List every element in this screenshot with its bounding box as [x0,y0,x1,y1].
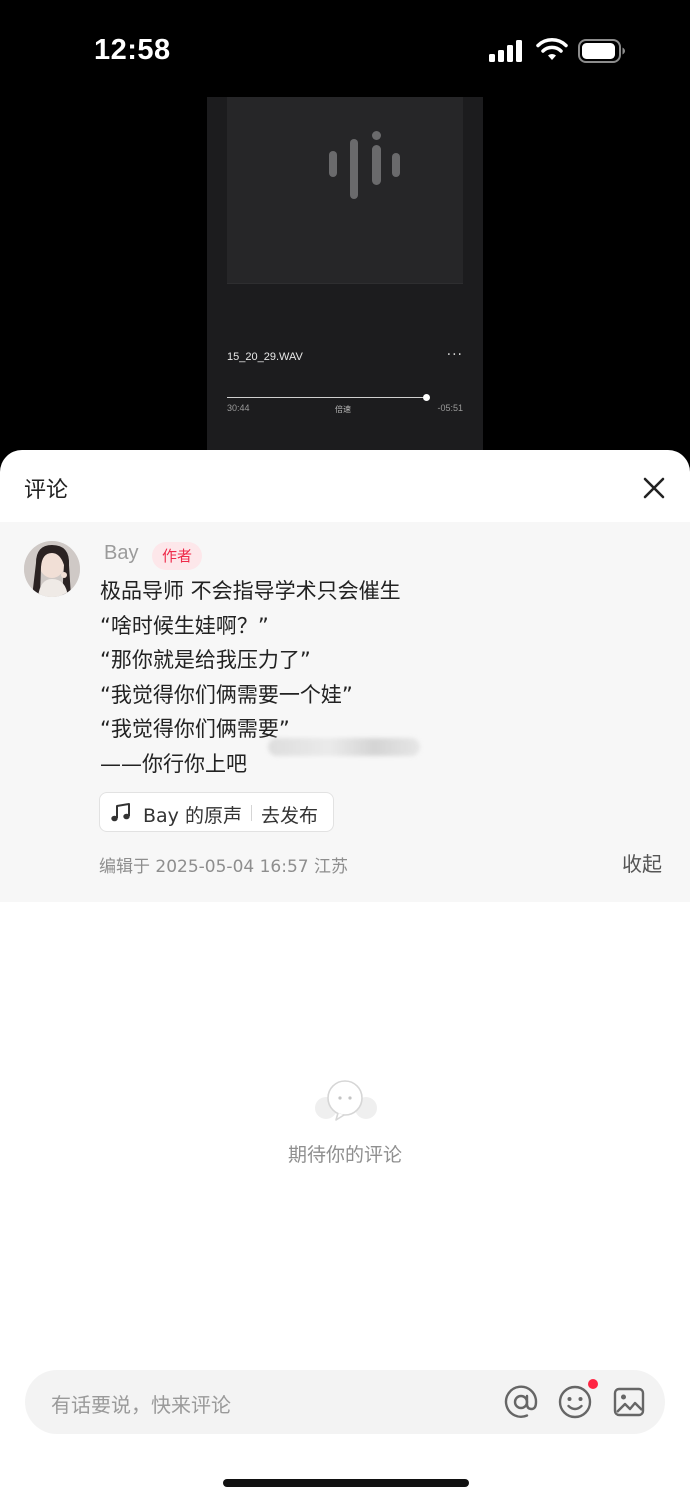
comment-line: “啥时候生娃啊？” [100,613,269,638]
sheet-title: 评论 [24,478,69,503]
blurred-redaction [268,738,420,756]
comment-line: “那你就是给我压力了” [100,648,311,672]
empty-state-text: 期待你的评论 [287,1144,402,1166]
author-comment-card: Bay 作者 极品导师 不会指导学术只会催生 “啥时候生娃啊？” “那你就是给我… [0,522,690,902]
status-bar: 12:58 [0,0,690,100]
audio-progress-bar[interactable] [227,397,427,398]
playback-speed-button[interactable]: 倍速 [335,404,351,415]
status-time: 12:58 [94,34,171,66]
comment-sheet: 评论 Bay 作者 极品导师 不会指导学术只会催生 “啥时候生娃啊？” “那你就… [0,450,690,1499]
audio-file-name: 15_20_29.WAV [227,351,303,363]
comment-username[interactable]: Bay [104,542,138,565]
comment-input[interactable]: 有话要说，快来评论 [51,1389,231,1418]
empty-comments-icon [315,1080,377,1121]
audio-time-elapsed: 30:44 [227,403,250,413]
sheet-header: 评论 [0,450,690,522]
publish-sound-button[interactable]: 去发布 [261,801,318,828]
more-options-button[interactable]: ··· [447,347,463,363]
sound-name: Bay 的原声 [143,805,242,827]
close-icon[interactable] [636,470,672,506]
cellular-signal-icon [489,40,522,62]
at-icon[interactable] [503,1384,539,1420]
chip-divider [251,805,252,821]
emoji-icon[interactable] [557,1384,593,1420]
collapse-button[interactable]: 收起 [622,848,662,877]
audio-artwork [227,97,463,284]
notification-dot [588,1379,598,1389]
avatar[interactable] [24,541,80,597]
edit-meta: 编辑于 2025-05-04 16:57 江苏 [99,857,348,877]
audio-time-remaining: -05:51 [437,403,463,413]
comment-input-bar[interactable]: 有话要说，快来评论 [25,1370,665,1434]
comment-line: “我觉得你们俩需要一个娃” [100,682,353,707]
audio-wave-icon [329,131,400,199]
comment-line: 极品导师 不会指导学术只会催生 [100,579,401,603]
original-sound-chip[interactable]: Bay 的原声 去发布 [99,792,334,832]
image-icon[interactable] [611,1384,647,1420]
audio-progress-knob[interactable] [423,394,430,401]
battery-icon [578,39,625,63]
author-badge: 作者 [152,542,203,570]
audio-preview[interactable]: 15_20_29.WAV ··· 30:44 倍速 -05:51 [207,97,483,457]
music-note-icon [111,803,130,822]
wifi-icon [536,38,568,60]
home-indicator [223,1479,469,1487]
